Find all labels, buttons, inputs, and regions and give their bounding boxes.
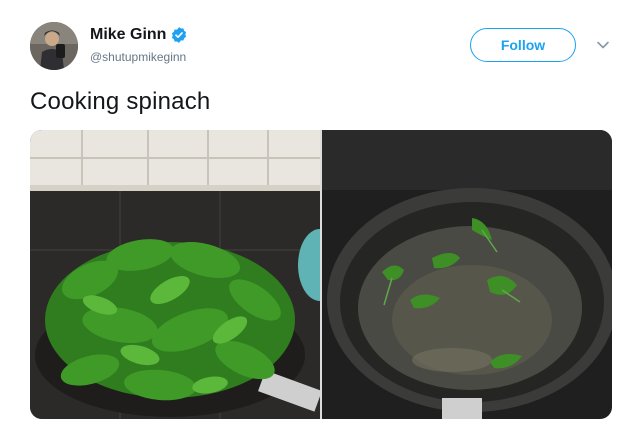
- author-name[interactable]: Mike Ginn: [90, 26, 166, 44]
- author-handle[interactable]: @shutupmikeginn: [90, 50, 188, 64]
- chevron-down-icon[interactable]: [596, 38, 610, 52]
- tweet-header: Mike Ginn @shutupmikeginn Follow: [30, 22, 620, 74]
- photo-raw-spinach[interactable]: [30, 130, 320, 419]
- photo-cooked-spinach[interactable]: [322, 130, 612, 419]
- avatar[interactable]: [30, 22, 78, 70]
- follow-button[interactable]: Follow: [470, 28, 576, 62]
- verified-badge-icon: [172, 27, 187, 43]
- tweet-text: Cooking spinach: [30, 88, 211, 115]
- media-grid: [30, 130, 612, 419]
- author-block: Mike Ginn @shutupmikeginn: [90, 26, 188, 64]
